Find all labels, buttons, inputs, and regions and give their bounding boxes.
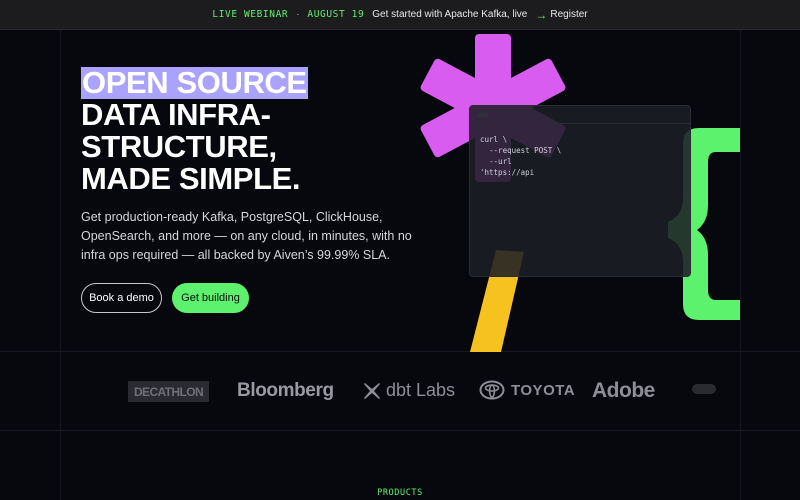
dbt-icon	[364, 382, 380, 399]
logo-partial	[692, 382, 716, 399]
headline-line: DATA INFRA-	[81, 97, 271, 132]
customer-logos: DECATHLON Bloomberg dbt Labs TOYOTA Adob…	[0, 352, 800, 430]
get-building-button[interactable]: Get building	[172, 283, 249, 313]
hero-headline: OPEN SOURCE DATA INFRA- STRUCTURE, MADE …	[81, 67, 308, 195]
code-snippet: curl \ --request POST \ --url 'https://a…	[470, 124, 690, 188]
headline-line: MADE SIMPLE.	[81, 161, 301, 196]
code-line: 'https://api	[480, 168, 535, 177]
hero-description: Get production-ready Kafka, PostgreSQL, …	[81, 210, 412, 262]
webinar-tag: LIVE WEBINAR	[212, 9, 289, 20]
book-demo-button[interactable]: Book a demo	[81, 283, 162, 313]
faded-logo-icon	[692, 384, 716, 394]
dbt-labs-label: dbt Labs	[386, 380, 456, 400]
banner-message: Get started with Apache Kafka, live	[372, 9, 528, 20]
toyota-emblem-icon	[479, 380, 505, 400]
divider-line	[0, 430, 800, 431]
arrow-right-icon: →	[535, 7, 548, 22]
logo-bloomberg: Bloomberg	[237, 380, 334, 401]
headline-highlight: OPEN SOURCE	[81, 65, 308, 100]
products-section-label: PRODUCTS	[377, 488, 423, 498]
code-panel-header	[470, 106, 690, 124]
code-snippet-panel: curl \ --request POST \ --url 'https://a…	[469, 105, 691, 277]
banner-separator: ·	[296, 9, 300, 20]
toyota-label: TOYOTA	[511, 381, 576, 399]
logo-decathlon: DECATHLON	[128, 381, 209, 402]
announcement-bar: LIVE WEBINAR · AUGUST 19 Get started wit…	[0, 0, 800, 30]
webinar-date: AUGUST 19	[307, 9, 365, 20]
register-label: Register	[550, 9, 588, 20]
code-line: --request POST \	[480, 146, 562, 155]
register-link[interactable]: → Register	[535, 8, 587, 22]
code-line: curl \	[480, 135, 508, 144]
logo-toyota: TOYOTA	[479, 380, 575, 400]
headline-line: STRUCTURE,	[81, 129, 277, 164]
logo-adobe: Adobe	[592, 379, 655, 402]
logo-dbt-labs: dbt Labs	[362, 380, 455, 401]
code-line: --url	[480, 157, 512, 166]
